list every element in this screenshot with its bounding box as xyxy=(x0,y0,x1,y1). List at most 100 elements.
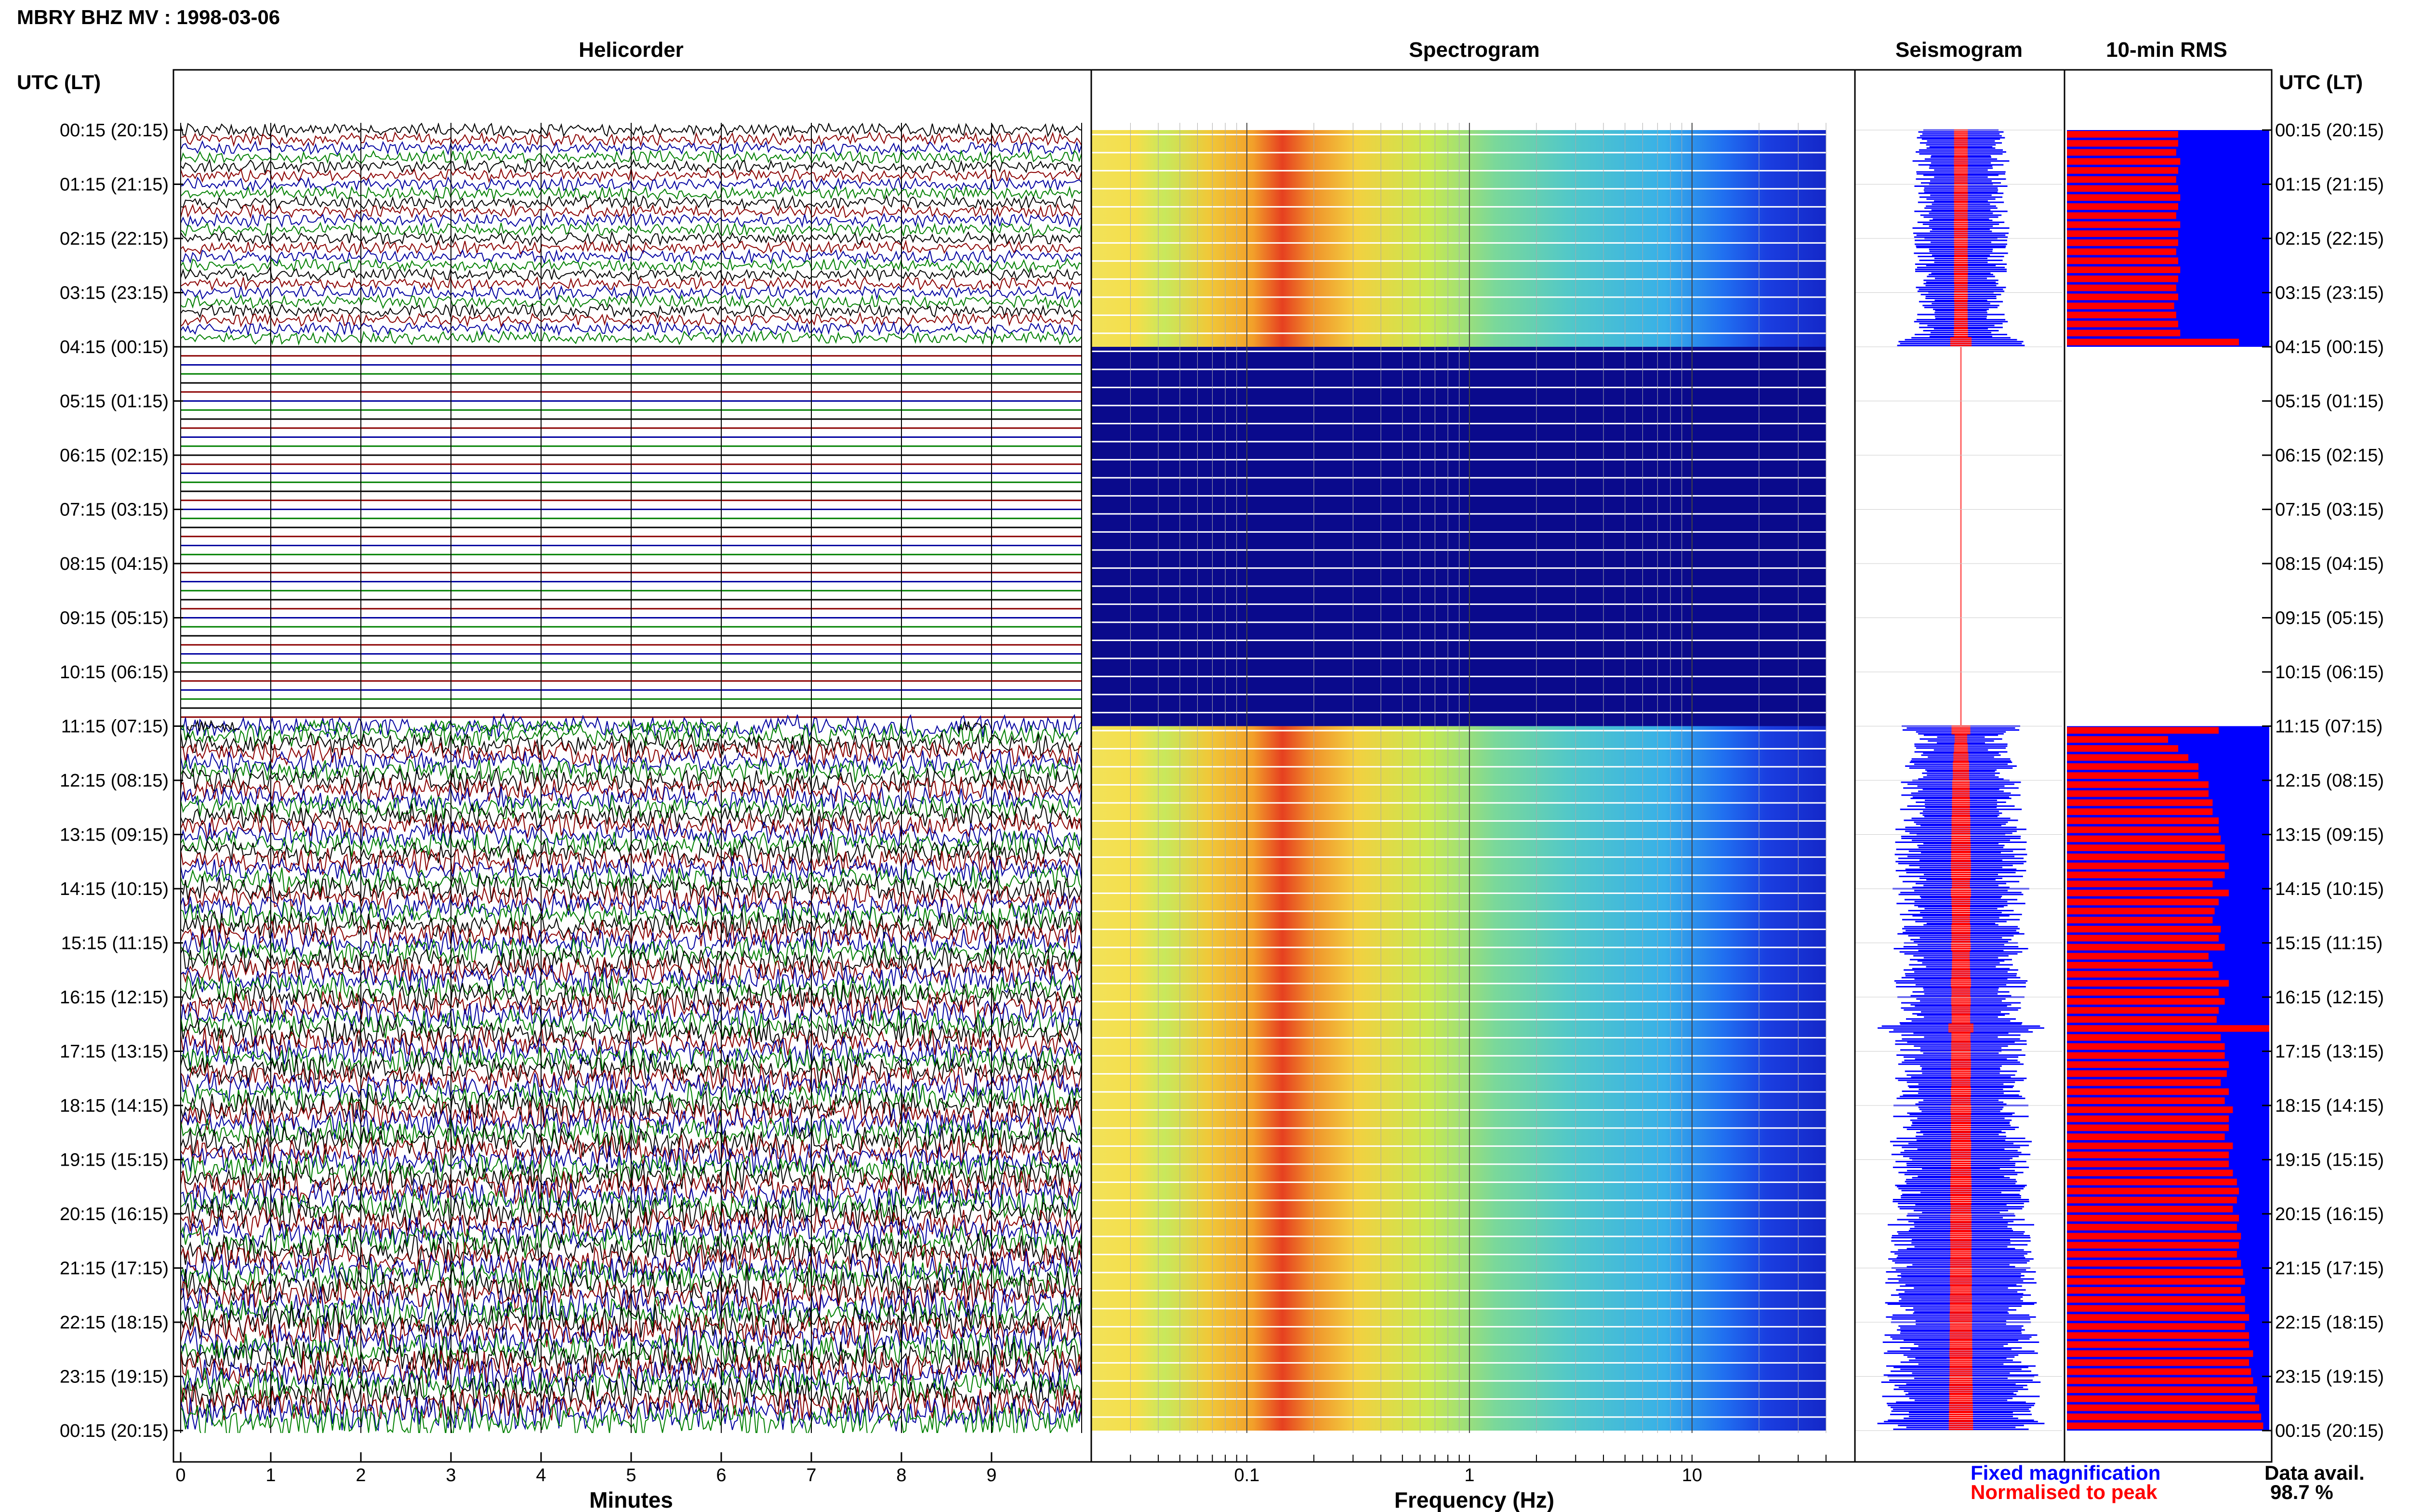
rms-bar xyxy=(2067,1133,2225,1140)
legend-normalised-to-peak: Normalised to peak xyxy=(1971,1481,2158,1503)
time-label: 02:15 (22:15) xyxy=(60,229,169,249)
time-label: 16:15 (12:15) xyxy=(60,987,169,1008)
time-label: 05:15 (01:15) xyxy=(60,392,169,412)
rms-bar xyxy=(2067,808,2213,815)
spectrogram-image xyxy=(1091,726,1826,1431)
rms-bar xyxy=(2067,339,2239,345)
rms-panel xyxy=(2067,130,2269,1431)
time-label: 14:15 (10:15) xyxy=(2275,879,2384,899)
time-label: 08:15 (04:15) xyxy=(2275,554,2384,574)
rms-bar xyxy=(2067,1025,2269,1032)
spectrogram-panel xyxy=(1091,123,1827,1436)
rms-bar xyxy=(2067,212,2176,219)
rms-bar xyxy=(2067,944,2225,951)
rms-bar xyxy=(2067,754,2188,761)
time-labels-left: 00:15 (20:15) 01:15 (21:15) 02:15 (22:15) 0… xyxy=(60,120,169,1441)
rms-bar xyxy=(2067,934,2219,942)
minute-tick-label: 4 xyxy=(536,1465,546,1486)
rms-bar xyxy=(2067,167,2178,174)
rms-bar xyxy=(2067,917,2213,923)
time-label: 15:15 (11:15) xyxy=(61,933,169,954)
rms-bar xyxy=(2067,221,2181,228)
rms-bar xyxy=(2067,257,2178,264)
minutes-axis: 0 1 2 3 4 5 6 7 8 9 xyxy=(175,1452,997,1486)
time-label: 21:15 (17:15) xyxy=(60,1259,169,1279)
seismic-summary-figure: MBRY BHZ MV : 1998-03-06 Helicorder Spec… xyxy=(17,6,2384,1512)
time-label: 02:15 (22:15) xyxy=(2275,229,2384,249)
rms-bar xyxy=(2067,1115,2229,1122)
rms-bar xyxy=(2067,881,2213,887)
rms-bar xyxy=(2067,320,2178,328)
rms-bar xyxy=(2067,1223,2237,1231)
rms-bar xyxy=(2067,1323,2245,1330)
rms-bar xyxy=(2067,1260,2241,1267)
minute-tick-label: 1 xyxy=(265,1465,276,1486)
rms-bar xyxy=(2067,158,2181,165)
rms-bar xyxy=(2067,871,2225,879)
minutes-axis-label: Minutes xyxy=(589,1487,673,1512)
time-label: 00:15 (20:15) xyxy=(2275,120,2384,141)
rms-header: 10-min RMS xyxy=(2106,38,2227,62)
time-label: 18:15 (14:15) xyxy=(60,1096,169,1116)
time-label: 04:15 (00:15) xyxy=(2275,337,2384,357)
rms-bar xyxy=(2067,1350,2253,1357)
rms-bar xyxy=(2067,817,2219,824)
minute-tick-label: 7 xyxy=(806,1465,816,1486)
rms-bar xyxy=(2067,176,2176,183)
minute-tick-label: 8 xyxy=(896,1465,906,1486)
utc-header-left: UTC (LT) xyxy=(17,71,101,93)
rms-bar xyxy=(2067,1179,2237,1185)
rms-bar xyxy=(2067,140,2178,147)
rms-bar xyxy=(2067,203,2178,210)
rms-bar xyxy=(2067,1088,2229,1095)
frequency-axis-label: Frequency (Hz) xyxy=(1394,1487,1554,1512)
rms-bar xyxy=(2067,763,2198,770)
time-label: 06:15 (02:15) xyxy=(60,446,169,466)
rms-bar xyxy=(2067,1143,2233,1149)
utc-header-right: UTC (LT) xyxy=(2279,71,2363,93)
time-label: 19:15 (15:15) xyxy=(60,1150,169,1170)
rms-bar xyxy=(2067,1332,2249,1339)
rms-bar xyxy=(2067,745,2178,752)
rms-bar xyxy=(2067,781,2209,788)
rms-bar xyxy=(2067,302,2174,309)
time-label: 04:15 (00:15) xyxy=(60,337,169,357)
rms-bar xyxy=(2067,854,2225,860)
rms-bar xyxy=(2067,1413,2262,1420)
rms-bar xyxy=(2067,1314,2249,1321)
rms-bar xyxy=(2067,989,2219,996)
time-label: 12:15 (08:15) xyxy=(2275,771,2384,791)
helicorder-panel xyxy=(180,123,1082,1433)
rms-bar xyxy=(2067,890,2229,896)
rms-bar xyxy=(2067,1386,2257,1393)
spectrogram-gap xyxy=(1091,347,1826,726)
seismogram-panel xyxy=(1855,129,2062,1431)
rms-bar xyxy=(2067,1215,2239,1222)
time-label: 15:15 (11:15) xyxy=(2275,933,2383,954)
rms-bar xyxy=(2067,1206,2233,1212)
rms-bar xyxy=(2067,862,2229,869)
rms-bar xyxy=(2067,1007,2219,1014)
rms-bar xyxy=(2067,131,2178,138)
time-label: 18:15 (14:15) xyxy=(2275,1096,2384,1116)
rms-bar xyxy=(2067,1341,2249,1348)
time-label: 21:15 (17:15) xyxy=(2275,1259,2384,1279)
minute-tick-label: 9 xyxy=(986,1465,996,1486)
time-label: 20:15 (16:15) xyxy=(60,1204,169,1224)
rms-bar xyxy=(2067,772,2198,779)
rms-bar xyxy=(2067,953,2209,960)
rms-bar xyxy=(2067,907,2215,915)
rms-bar xyxy=(2067,1305,2245,1312)
rms-bar xyxy=(2067,727,2219,734)
figure-title: MBRY BHZ MV : 1998-03-06 xyxy=(17,6,280,28)
rms-bar xyxy=(2067,1016,2217,1023)
rms-bar xyxy=(2067,1170,2233,1176)
time-label: 03:15 (23:15) xyxy=(2275,283,2384,303)
rms-bar xyxy=(2067,1034,2221,1041)
rms-bar xyxy=(2067,926,2221,933)
rms-bar xyxy=(2067,844,2225,851)
time-label: 14:15 (10:15) xyxy=(60,879,169,899)
rms-bar xyxy=(2067,1052,2225,1059)
rms-bar xyxy=(2067,835,2221,842)
time-label: 17:15 (13:15) xyxy=(2275,1042,2384,1062)
